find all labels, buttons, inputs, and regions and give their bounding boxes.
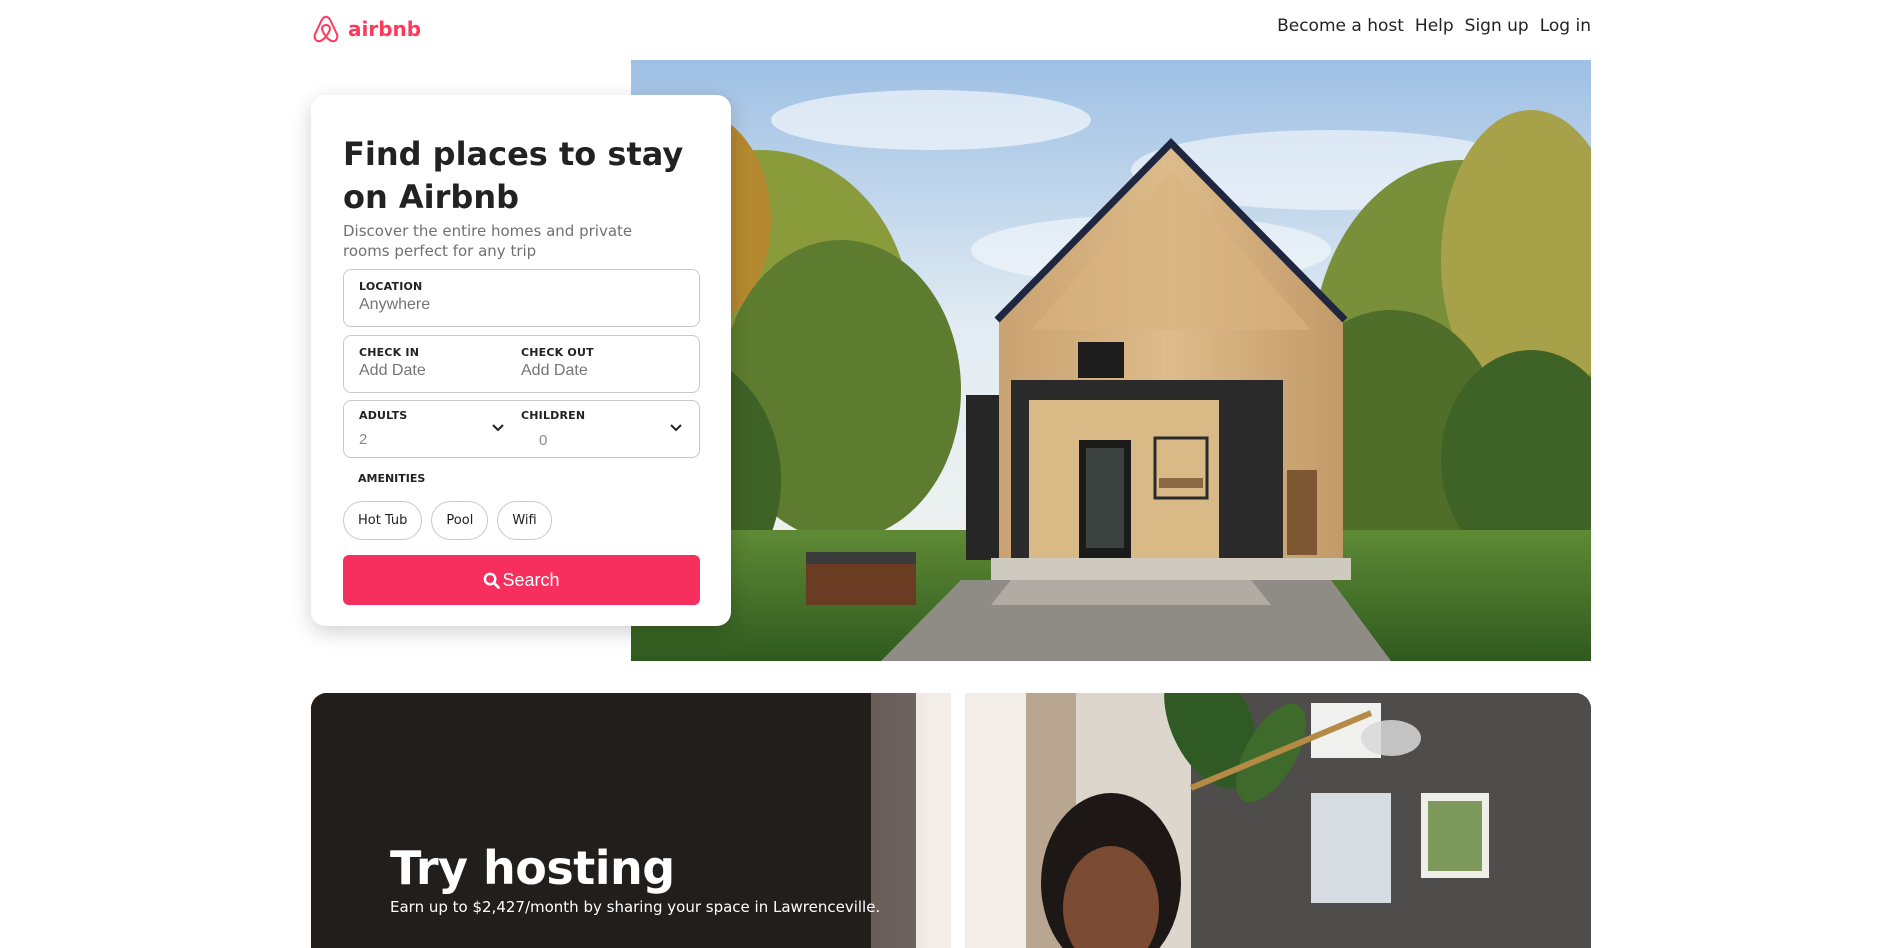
dates-field: CHECK IN CHECK OUT <box>343 335 700 393</box>
airbnb-logo[interactable]: airbnb <box>312 14 421 44</box>
banner-text: Earn up to $2,427/month by sharing your … <box>390 898 881 916</box>
location-input[interactable] <box>359 296 679 314</box>
amenities-label: AMENITIES <box>358 472 426 485</box>
search-card-title: Find places to stay on Airbnb <box>343 135 684 216</box>
adults-label: ADULTS <box>359 409 408 422</box>
try-hosting-banner[interactable]: Try hosting Earn up to $2,427/month by s… <box>311 693 1591 948</box>
chevron-down-icon[interactable] <box>669 423 683 433</box>
children-select[interactable]: 0 <box>539 432 547 449</box>
search-icon <box>484 572 501 589</box>
check-in-label: CHECK IN <box>359 346 420 359</box>
search-button-label: Search <box>502 569 560 590</box>
hero-cabin-image <box>631 60 1591 661</box>
children-label: CHILDREN <box>521 409 586 422</box>
top-header: airbnb Become a host Help Sign up Log in <box>0 0 1904 56</box>
amenity-chip-hot-tub[interactable]: Hot Tub <box>343 501 423 540</box>
location-field[interactable]: LOCATION <box>343 269 700 327</box>
adults-select[interactable]: 2 <box>359 431 367 448</box>
check-out-label: CHECK OUT <box>521 346 594 359</box>
guests-field: ADULTS 2 CHILDREN 0 <box>343 400 700 458</box>
check-out-input[interactable] <box>521 362 661 380</box>
search-card-subtitle: Discover the entire homes and private ro… <box>343 222 633 260</box>
location-label: LOCATION <box>359 280 423 293</box>
amenities-chips: Hot Tub Pool Wifi <box>343 501 552 540</box>
help-link[interactable]: Help <box>1415 16 1454 36</box>
log-in-link[interactable]: Log in <box>1540 16 1591 36</box>
banner-title: Try hosting <box>390 841 675 895</box>
amenity-chip-wifi[interactable]: Wifi <box>497 501 552 540</box>
search-card: Find places to stay on Airbnb Discover t… <box>311 95 731 626</box>
check-in-input[interactable] <box>359 362 499 380</box>
airbnb-logo-icon <box>313 15 339 43</box>
search-button[interactable]: Search <box>343 555 700 605</box>
amenity-chip-pool[interactable]: Pool <box>431 501 489 540</box>
become-host-link[interactable]: Become a host <box>1277 16 1404 36</box>
top-nav: Become a host Help Sign up Log in <box>1277 16 1591 36</box>
chevron-down-icon[interactable] <box>491 423 505 433</box>
sign-up-link[interactable]: Sign up <box>1465 16 1529 36</box>
brand-name: airbnb <box>348 17 422 41</box>
